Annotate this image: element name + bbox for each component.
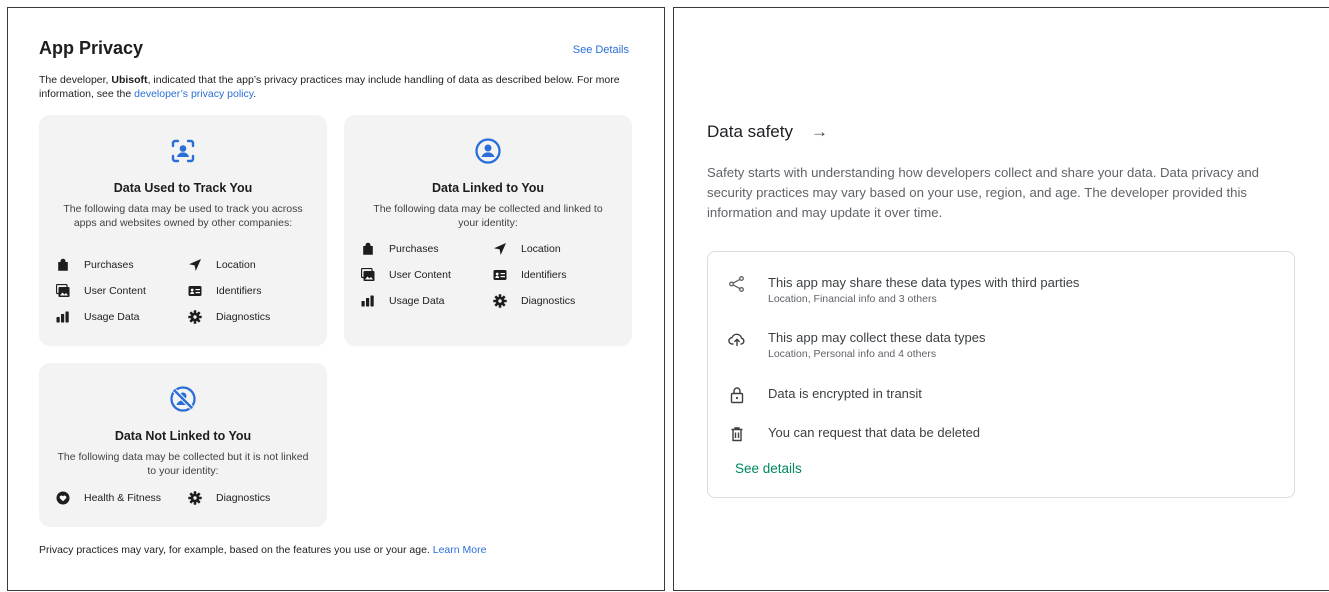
data-safety-row-share: This app may share these data types with… <box>728 274 1274 305</box>
card-description: The following data may be used to track … <box>63 203 303 229</box>
row-sub-text: Location, Financial info and 3 others <box>768 293 937 305</box>
data-safety-title: Data safety <box>707 122 793 141</box>
data-type-label: User Content <box>84 285 146 297</box>
app-privacy-see-details-link[interactable]: See Details <box>573 44 629 56</box>
developer-name: Ubisoft <box>111 74 148 86</box>
person-circle-icon <box>344 137 632 170</box>
data-type-item: Usage Data <box>361 294 444 308</box>
row-main-text: Data is encrypted in transit <box>768 386 922 401</box>
card-description: The following data may be collected and … <box>373 203 603 229</box>
gear-icon <box>188 310 202 324</box>
data-type-item: Diagnostics <box>188 491 270 505</box>
data-safety-description: Safety starts with understanding how dev… <box>707 165 1259 220</box>
privacy-footer: Privacy practices may vary, for example,… <box>39 544 486 556</box>
data-type-item: Purchases <box>56 258 134 272</box>
data-type-item: Identifiers <box>493 268 567 282</box>
data-type-item: User Content <box>361 268 451 282</box>
location-arrow-icon <box>494 243 506 255</box>
see-details-link[interactable]: See details <box>735 461 802 476</box>
data-type-item: Usage Data <box>56 310 139 324</box>
data-type-item: Location <box>493 242 561 256</box>
footer-text: Privacy practices may vary, for example,… <box>39 544 433 556</box>
heart-icon <box>56 491 70 505</box>
share-icon <box>729 276 744 292</box>
data-not-linked-card: Data Not Linked to You The following dat… <box>39 363 327 527</box>
data-type-item: Diagnostics <box>493 294 575 308</box>
data-type-label: Identifiers <box>521 269 567 281</box>
trash-icon <box>731 427 743 442</box>
data-type-item: Health & Fitness <box>56 491 161 505</box>
data-type-label: Health & Fitness <box>84 492 162 504</box>
card-title: Data Not Linked to You <box>114 429 252 443</box>
row-main-text: This app may collect these data types <box>768 330 986 345</box>
data-safety-summary-box: This app may share these data types with… <box>707 251 1295 498</box>
gear-icon <box>188 491 202 505</box>
bar-chart-icon <box>56 311 69 323</box>
photo-gallery-icon <box>56 284 70 297</box>
bar-chart-icon <box>361 295 374 307</box>
data-type-item: Location <box>188 258 256 272</box>
row-main-text: This app may share these data types with… <box>768 275 1080 290</box>
data-type-label: Diagnostics <box>216 311 271 323</box>
data-type-label: Location <box>521 243 561 255</box>
data-type-label: User Content <box>389 269 451 281</box>
data-safety-row-encrypted: Data is encrypted in transit <box>728 385 1274 404</box>
person-slash-icon <box>39 385 327 418</box>
id-card-icon <box>493 270 507 280</box>
photo-gallery-icon <box>361 268 375 281</box>
data-type-item: Diagnostics <box>188 310 270 324</box>
lock-icon <box>730 387 744 404</box>
app-privacy-intro: The developer, Ubisoft, indicated that t… <box>39 73 629 101</box>
id-card-icon <box>188 286 202 296</box>
arrow-right-icon[interactable]: → <box>811 122 828 142</box>
privacy-policy-link[interactable]: developer’s privacy policy <box>134 88 253 100</box>
learn-more-link[interactable]: Learn More <box>433 544 487 556</box>
data-type-label: Purchases <box>389 243 439 255</box>
data-type-label: Diagnostics <box>521 295 576 307</box>
data-type-label: Location <box>216 259 256 271</box>
card-title: Data Used to Track You <box>113 181 253 195</box>
card-description: The following data may be collected but … <box>57 451 309 477</box>
shopping-bag-icon <box>363 242 373 255</box>
app-privacy-panel: App Privacy See Details The developer, U… <box>7 7 665 591</box>
data-safety-row-delete: You can request that data be deleted <box>728 424 1274 443</box>
gear-icon <box>493 294 507 308</box>
location-arrow-icon <box>189 259 201 271</box>
data-linked-to-you-card: Data Linked to You The following data ma… <box>344 115 632 346</box>
data-type-label: Purchases <box>84 259 134 271</box>
card-title: Data Linked to You <box>431 181 545 195</box>
cloud-upload-icon <box>728 333 745 347</box>
shopping-bag-icon <box>58 258 68 271</box>
data-safety-header[interactable]: Data safety → <box>707 122 828 142</box>
intro-prefix: The developer, <box>39 74 112 86</box>
data-type-label: Usage Data <box>389 295 445 307</box>
data-type-label: Diagnostics <box>216 492 271 504</box>
data-type-item: User Content <box>56 284 146 298</box>
row-main-text: You can request that data be deleted <box>768 425 981 440</box>
data-safety-row-collect: This app may collect these data types Lo… <box>728 329 1274 360</box>
data-type-label: Identifiers <box>216 285 262 297</box>
data-used-to-track-card: Data Used to Track You The following dat… <box>39 115 327 346</box>
row-sub-text: Location, Personal info and 4 others <box>768 348 937 360</box>
data-type-item: Purchases <box>361 242 439 256</box>
data-safety-panel: Data safety → Safety starts with underst… <box>673 7 1329 591</box>
app-privacy-title: App Privacy <box>39 38 144 58</box>
data-type-item: Identifiers <box>188 284 262 298</box>
intro-suffix: . <box>253 88 257 100</box>
tracking-icon <box>39 137 327 170</box>
data-type-label: Usage Data <box>84 311 140 323</box>
